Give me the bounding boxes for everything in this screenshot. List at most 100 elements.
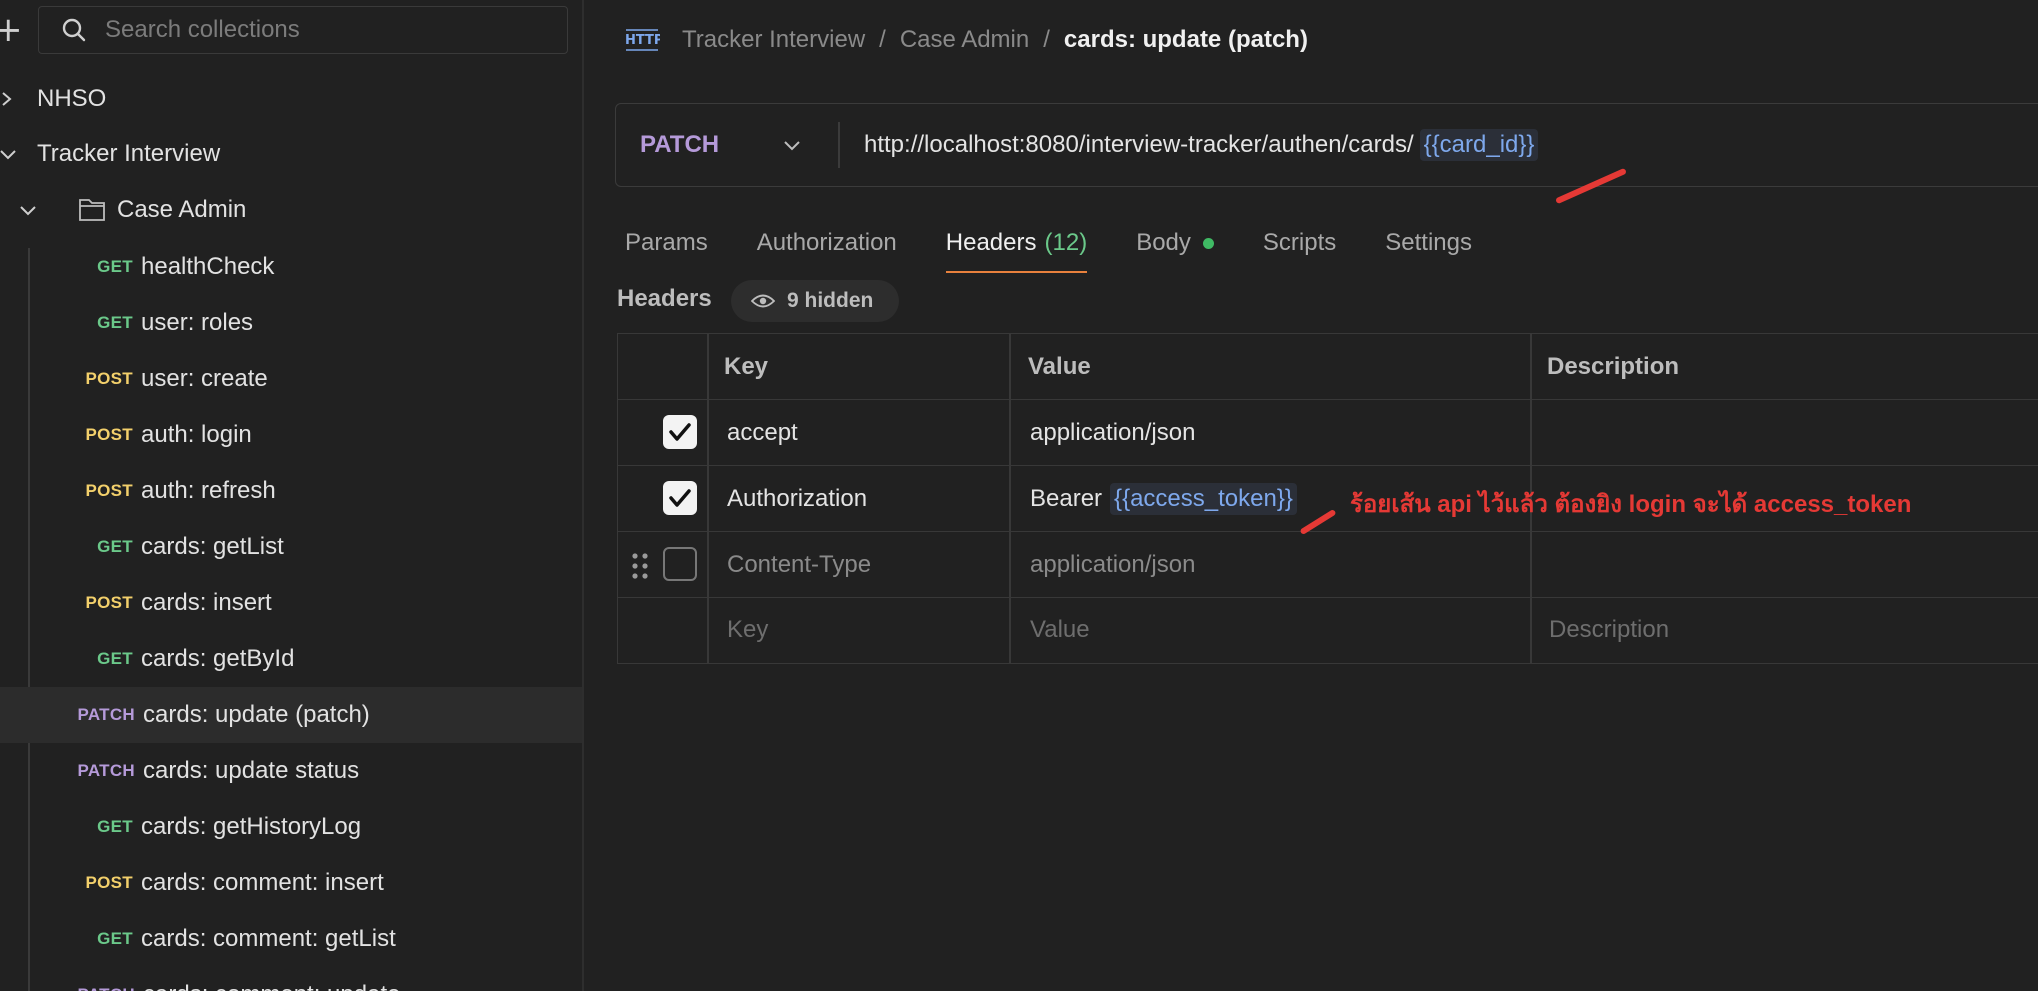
request-method-badge: POST bbox=[85, 425, 133, 444]
request-url-bar: PATCH http://localhost:8080/interview-tr… bbox=[615, 103, 2038, 187]
request-item[interactable]: PATCH cards: update status bbox=[0, 743, 582, 799]
request-item[interactable]: POST cards: comment: insert bbox=[0, 855, 582, 911]
tab-body[interactable]: Body bbox=[1136, 215, 1214, 271]
headers-count: (12) bbox=[1044, 229, 1088, 256]
request-label: cards: update (patch) bbox=[143, 701, 370, 728]
breadcrumb-separator: / bbox=[879, 26, 886, 53]
plus-icon[interactable]: + bbox=[0, 12, 23, 48]
request-item[interactable]: GET cards: comment: getList bbox=[0, 911, 582, 967]
header-value[interactable]: application/json bbox=[1030, 532, 1195, 597]
table-header-row: Key Value Description bbox=[618, 334, 2038, 400]
request-item[interactable]: GET cards: getById bbox=[0, 631, 582, 687]
header-value-prefix: Bearer bbox=[1030, 484, 1103, 512]
url-variable[interactable]: {{card_id}} bbox=[1419, 129, 1539, 161]
table-row: Content-Type application/json bbox=[618, 532, 2038, 598]
request-item[interactable]: POST auth: login bbox=[0, 407, 582, 463]
search-collections-box[interactable] bbox=[38, 6, 568, 54]
collection-label: NHSO bbox=[37, 85, 107, 112]
tab-params[interactable]: Params bbox=[625, 215, 708, 271]
folder-label: Case Admin bbox=[117, 196, 247, 223]
search-input[interactable] bbox=[103, 15, 567, 45]
request-method-badge: PATCH bbox=[77, 705, 135, 724]
eye-icon bbox=[751, 294, 775, 308]
hidden-count-label: 9 hidden bbox=[787, 289, 874, 312]
collection-label: Tracker Interview bbox=[37, 140, 221, 167]
request-method-badge: PATCH bbox=[15, 985, 135, 991]
request-item[interactable]: PATCH cards: comment: update bbox=[0, 967, 582, 991]
header-enabled-checkbox[interactable] bbox=[663, 547, 697, 581]
request-label: user: create bbox=[141, 365, 268, 392]
annotation-text: ร้อยเส้น api ไว้แล้ว ต้องยิง login จะได้… bbox=[1350, 491, 1912, 518]
header-key[interactable]: accept bbox=[727, 400, 798, 465]
tab-label: Headers bbox=[945, 229, 1037, 256]
request-label: auth: login bbox=[141, 421, 252, 448]
request-label: cards: comment: insert bbox=[141, 869, 384, 896]
header-key[interactable]: Content-Type bbox=[727, 532, 871, 597]
search-icon bbox=[62, 18, 86, 42]
breadcrumb-folder[interactable]: Case Admin bbox=[900, 26, 1029, 54]
new-description-input[interactable]: Description bbox=[1549, 598, 1669, 662]
tab-label: Authorization bbox=[756, 229, 897, 256]
chevron-down-icon[interactable] bbox=[20, 202, 36, 218]
collection-item-nhso[interactable]: NHSO bbox=[0, 72, 582, 126]
drag-handle-icon[interactable] bbox=[630, 552, 650, 580]
svg-text:HTTP: HTTP bbox=[625, 33, 660, 48]
checkmark-icon bbox=[669, 423, 691, 441]
method-select[interactable]: PATCH bbox=[616, 104, 838, 186]
header-value-variable[interactable]: {{access_token}} bbox=[1110, 482, 1297, 515]
request-item[interactable]: GET healthCheck bbox=[0, 239, 582, 295]
request-tabs: Params Authorization Headers (12) Body Sc… bbox=[625, 215, 1521, 273]
headers-section-title: Headers bbox=[617, 285, 712, 312]
request-label: cards: insert bbox=[141, 589, 272, 616]
request-label: cards: comment: getList bbox=[141, 925, 396, 952]
request-method-badge: GET bbox=[97, 537, 133, 556]
header-value[interactable]: Bearer {{access_token}} bbox=[1030, 466, 1297, 531]
tab-settings[interactable]: Settings bbox=[1385, 215, 1472, 271]
request-item[interactable]: POST user: create bbox=[0, 351, 582, 407]
method-select-value: PATCH bbox=[640, 131, 720, 158]
header-enabled-checkbox[interactable] bbox=[663, 481, 697, 515]
hidden-headers-toggle[interactable]: 9 hidden bbox=[731, 280, 899, 322]
new-key-input[interactable]: Key bbox=[727, 598, 768, 662]
request-method-badge: PATCH bbox=[77, 761, 135, 780]
header-value[interactable]: application/json bbox=[1030, 400, 1195, 465]
request-item[interactable]: GET cards: getList bbox=[0, 519, 582, 575]
request-label: cards: comment: update bbox=[143, 981, 400, 991]
request-item[interactable]: PATCH cards: update (patch) bbox=[0, 687, 582, 743]
request-item[interactable]: POST cards: insert bbox=[0, 575, 582, 631]
breadcrumb: HTTP Tracker Interview / Case Admin / ca… bbox=[624, 18, 1308, 62]
request-method-badge: POST bbox=[85, 369, 133, 388]
request-method-badge: POST bbox=[85, 873, 133, 892]
tab-label: Scripts bbox=[1262, 229, 1337, 256]
breadcrumb-collection[interactable]: Tracker Interview bbox=[682, 26, 865, 54]
breadcrumb-separator: / bbox=[1043, 26, 1050, 53]
chevron-right-icon[interactable] bbox=[0, 91, 16, 107]
request-method-badge: GET bbox=[97, 929, 133, 948]
tab-label: Params bbox=[625, 229, 708, 256]
new-value-input[interactable]: Value bbox=[1030, 598, 1090, 662]
new-header-row: Key Value Description bbox=[618, 598, 2038, 662]
request-item[interactable]: GET user: roles bbox=[0, 295, 582, 351]
tab-label: Settings bbox=[1385, 229, 1472, 256]
request-label: healthCheck bbox=[141, 253, 275, 280]
header-enabled-checkbox[interactable] bbox=[663, 415, 697, 449]
request-method-badge: GET bbox=[97, 817, 133, 836]
collection-item-tracker-interview[interactable]: Tracker Interview bbox=[0, 127, 582, 181]
url-input[interactable]: http://localhost:8080/interview-tracker/… bbox=[864, 104, 1539, 186]
request-label: user: roles bbox=[141, 309, 254, 336]
chevron-down-icon[interactable] bbox=[0, 146, 16, 162]
body-status-dot bbox=[1202, 237, 1214, 249]
tab-authorization[interactable]: Authorization bbox=[757, 215, 897, 271]
request-item[interactable]: GET cards: getHistoryLog bbox=[0, 799, 582, 855]
tab-headers[interactable]: Headers (12) bbox=[945, 215, 1088, 273]
request-item[interactable]: POST auth: refresh bbox=[0, 463, 582, 519]
header-key[interactable]: Authorization bbox=[727, 466, 867, 531]
url-divider bbox=[838, 122, 840, 168]
folder-icon bbox=[79, 199, 105, 221]
column-header-value: Value bbox=[1028, 352, 1091, 380]
tab-scripts[interactable]: Scripts bbox=[1263, 215, 1336, 271]
collections-sidebar: + NHSO Tracker Interview Case Admin GET h… bbox=[0, 0, 584, 991]
folder-item-case-admin[interactable]: Case Admin bbox=[0, 183, 582, 237]
breadcrumb-current[interactable]: cards: update (patch) bbox=[1064, 26, 1308, 54]
request-method-badge: GET bbox=[97, 257, 133, 276]
